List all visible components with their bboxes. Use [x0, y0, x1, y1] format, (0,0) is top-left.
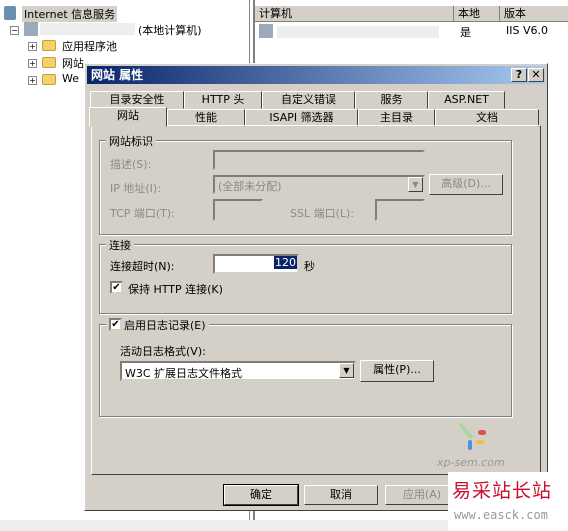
collapse-icon[interactable]: −: [10, 26, 19, 35]
tab-website[interactable]: 网站: [89, 107, 167, 127]
ip-value: (全部未分配): [218, 180, 282, 193]
seconds-label: 秒: [304, 260, 315, 273]
tab-service[interactable]: 服务: [355, 91, 428, 109]
identity-legend: 网站标识: [106, 133, 156, 149]
xpsem-logo: [452, 418, 492, 458]
description-label: 描述(S):: [110, 158, 152, 171]
tcp-port-label: TCP 端口(T):: [110, 207, 175, 220]
advanced-button[interactable]: 高级(D)...: [429, 174, 503, 195]
version-value: IIS V6.0: [506, 24, 548, 37]
tab-aspnet[interactable]: ASP.NET: [428, 91, 505, 109]
timeout-input[interactable]: 120: [213, 254, 299, 274]
tree-item[interactable]: 网站: [62, 55, 84, 71]
ssl-port-input[interactable]: [375, 199, 425, 221]
expand-icon[interactable]: +: [28, 42, 37, 51]
timeout-value: 120: [274, 256, 297, 269]
ip-select[interactable]: (全部未分配) ▼: [213, 175, 425, 194]
ip-label: IP 地址(I):: [110, 182, 161, 195]
iis-icon: [4, 6, 16, 20]
folder-icon: [42, 40, 56, 51]
title-bar[interactable]: 网站 属性 ? ✕: [87, 66, 545, 84]
close-button[interactable]: ✕: [528, 68, 544, 82]
folder-icon: [42, 74, 56, 85]
tab-custom-errors[interactable]: 自定义错误: [262, 91, 355, 109]
chevron-down-icon[interactable]: ▼: [339, 363, 354, 378]
ok-button[interactable]: 确定: [223, 484, 299, 506]
site-watermark: 易采站长站 www.easck.com: [448, 472, 568, 531]
redacted-name: [277, 26, 439, 38]
site-watermark-title: 易采站长站: [452, 480, 553, 502]
folder-icon: [42, 57, 56, 68]
tree-item[interactable]: We: [62, 72, 79, 85]
expand-icon[interactable]: +: [28, 59, 37, 68]
logging-group: 启用日志记录(E) ✔ 活动日志格式(V): W3C 扩展日志文件格式 ▼ 属性…: [99, 317, 512, 417]
log-format-select[interactable]: W3C 扩展日志文件格式 ▼: [120, 361, 356, 381]
log-properties-button[interactable]: 属性(P)...: [360, 360, 434, 382]
column-header[interactable]: 本地: [454, 6, 500, 22]
computer-icon: [24, 22, 38, 36]
tab-page: 网站标识 描述(S): IP 地址(I): (全部未分配) ▼ 高级(D)...…: [91, 125, 541, 475]
connection-group: 连接 连接超时(N): 120 秒 ✔ 保持 HTTP 连接(K): [99, 237, 512, 314]
keepalive-checkbox[interactable]: ✔: [110, 281, 123, 294]
column-header[interactable]: 计算机: [255, 6, 454, 22]
cancel-button[interactable]: 取消: [304, 485, 378, 505]
tree-item[interactable]: 应用程序池: [62, 38, 117, 54]
timeout-label: 连接超时(N):: [110, 260, 175, 273]
identity-group: 网站标识 描述(S): IP 地址(I): (全部未分配) ▼ 高级(D)...…: [99, 133, 512, 235]
site-watermark-url: www.easck.com: [454, 508, 548, 522]
tcp-port-input[interactable]: [213, 199, 263, 221]
tab-http-headers[interactable]: HTTP 头: [184, 91, 262, 109]
expand-icon[interactable]: +: [28, 76, 37, 85]
computer-icon: [259, 24, 273, 38]
connection-legend: 连接: [106, 237, 134, 253]
keepalive-label: 保持 HTTP 连接(K): [128, 283, 223, 296]
local-value: 是: [460, 26, 471, 39]
dialog-title: 网站 属性: [91, 68, 144, 82]
logging-checkbox[interactable]: ✔: [109, 318, 122, 331]
column-header[interactable]: 版本: [500, 6, 568, 22]
ssl-port-label: SSL 端口(L):: [290, 207, 355, 220]
tree-root[interactable]: Internet 信息服务: [22, 6, 118, 22]
log-format-value: W3C 扩展日志文件格式: [125, 367, 243, 380]
properties-dialog: 网站 属性 ? ✕ 目录安全性 HTTP 头 自定义错误 服务 ASP.NET …: [84, 63, 548, 511]
help-button[interactable]: ?: [511, 68, 527, 82]
description-input[interactable]: [213, 150, 425, 170]
log-format-label: 活动日志格式(V):: [120, 345, 206, 358]
tree-computer[interactable]: (本地计算机): [138, 22, 202, 38]
xpsem-watermark: xp-sem.com: [437, 456, 505, 469]
redacted-name: [40, 23, 135, 35]
chevron-down-icon[interactable]: ▼: [408, 177, 423, 192]
